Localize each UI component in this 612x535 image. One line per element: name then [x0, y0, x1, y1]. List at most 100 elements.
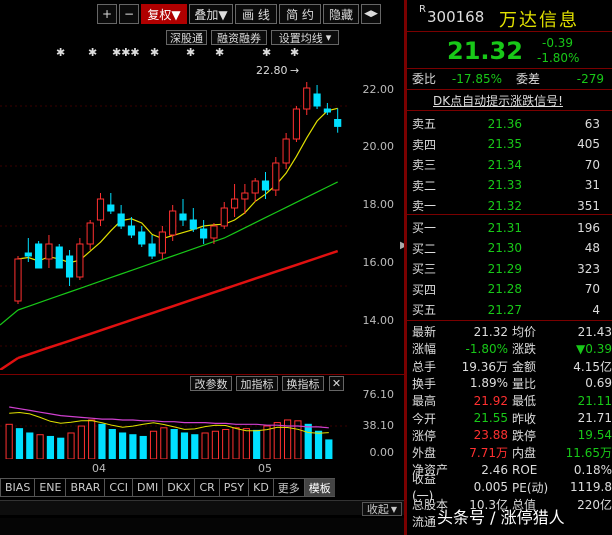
stat-value: 1119.8 [570, 480, 612, 495]
indicator-tab[interactable]: PSY [218, 478, 249, 497]
indicator-tab[interactable]: CR [194, 478, 219, 497]
sell-row[interactable]: 卖四 21.35 405 [412, 136, 607, 153]
candle-down [117, 213, 125, 227]
collapse-button[interactable]: 收起 ▼ [362, 502, 402, 516]
add-indicator-button[interactable]: 加指标 [236, 376, 278, 391]
indicator-tab[interactable]: DKX [162, 478, 195, 497]
sell-volume: 351 [577, 198, 600, 213]
weicha-label: 委差 [516, 72, 541, 86]
buy-label: 买四 [412, 282, 437, 297]
sell-row[interactable]: 卖一 21.32 351 [412, 197, 607, 214]
buy-row[interactable]: 买四 21.28 70 [412, 281, 607, 298]
zoom-in-button[interactable]: + [97, 4, 117, 24]
buy-volume: 323 [577, 261, 600, 276]
candle-up [96, 198, 105, 221]
sell-label: 卖二 [412, 178, 437, 193]
dk-signal-link[interactable]: DK点自动提示涨跌信号! [433, 92, 563, 109]
indicator-tab[interactable]: CCI [104, 478, 132, 497]
stock-code[interactable]: 300168 [427, 8, 484, 26]
buy-price: 21.31 [487, 220, 522, 235]
indicator-tab[interactable]: ENE [34, 478, 66, 497]
stat-value: 11.65万 [565, 446, 612, 461]
sell-price: 21.33 [487, 178, 522, 192]
indicator-tab[interactable]: KD [248, 478, 273, 497]
sell-row[interactable]: 卖二 21.33 31 [412, 177, 607, 194]
stock-name[interactable]: 万达信息 [499, 6, 579, 32]
current-price: 21.32 [447, 37, 523, 65]
change-indicator-button[interactable]: 换指标 [282, 376, 324, 391]
ma-settings-button[interactable]: 设置均线 ▾ [271, 30, 339, 45]
buy-volume: 70 [584, 282, 600, 296]
kline-chart-area[interactable]: + − 复权▼ 叠加▼ 画 线 简 约 隐藏 ◀▶ 深股通 融资融券 设置均线 … [0, 0, 408, 535]
indicator-chart[interactable] [0, 393, 350, 459]
divider [407, 89, 612, 90]
close-icon[interactable]: ✕ [329, 376, 344, 391]
candle-down [35, 243, 43, 269]
sell-price: 21.36 [487, 116, 522, 131]
volume-bar [253, 429, 261, 459]
candle-up [45, 243, 53, 260]
collapse-label: 收起 [366, 503, 389, 516]
stat-value: 21.11 [577, 393, 612, 408]
ma-mid-line [17, 181, 338, 311]
buy-row[interactable]: 买二 21.30 48 [412, 240, 607, 257]
indicator-tab[interactable]: DMI [131, 478, 163, 497]
candlestick-chart[interactable] [0, 58, 350, 370]
candle-down [200, 228, 208, 239]
simple-mode-button[interactable]: 简 约 [279, 4, 321, 24]
stat-value: 23.88 [473, 428, 508, 443]
stat-row: 收益(一) 0.005 PE(动) 1119.8 [412, 472, 612, 503]
candle-down [334, 119, 342, 127]
margin-trading-button[interactable]: 融资融券 [211, 30, 267, 45]
volume-bar [263, 425, 271, 459]
sell-label: 卖五 [412, 117, 437, 131]
volume-bar [98, 423, 106, 459]
buy-row[interactable]: 买一 21.31 196 [412, 219, 607, 236]
zoom-out-button[interactable]: − [119, 4, 139, 24]
stat-value: -1.80% [465, 341, 508, 356]
candle-up [230, 198, 239, 209]
y-tick: 0.00 [369, 446, 395, 459]
stat-label: 量比 [512, 376, 537, 391]
nav-arrows-icon[interactable]: ◀▶ [361, 4, 381, 24]
hide-button[interactable]: 隐藏 [323, 4, 359, 24]
indicator-tab[interactable]: 模板 [303, 478, 335, 497]
stat-label: 最高 [412, 394, 437, 409]
shengutong-button[interactable]: 深股通 [166, 30, 207, 45]
stat-label: 涨幅 [412, 342, 437, 357]
ma-fast-line [17, 107, 338, 264]
stat-row: 涨幅 -1.80% 涨跌 ▼0.39 [412, 340, 612, 357]
fuquan-dropdown[interactable]: 复权▼ [141, 4, 187, 24]
indicator-tab[interactable]: BIAS [0, 478, 35, 497]
price-axis: 22.00 20.00 18.00 16.00 14.00 [352, 58, 400, 370]
sell-label: 卖三 [412, 158, 437, 172]
overlay-dropdown[interactable]: 叠加▼ [189, 4, 233, 24]
buy-row[interactable]: 买五 21.27 4 [412, 301, 607, 318]
sell-volume: 31 [584, 178, 600, 192]
buy-volume: 4 [592, 302, 600, 317]
stat-value: 19.54 [577, 428, 612, 443]
buy-label: 买一 [412, 221, 437, 235]
candle-down [189, 219, 197, 230]
scrollbar[interactable] [0, 500, 404, 515]
volume-bar [222, 429, 230, 459]
draw-line-button[interactable]: 画 线 [235, 4, 277, 24]
sell-price: 21.35 [487, 137, 522, 151]
edit-params-button[interactable]: 改参数 [190, 376, 232, 391]
sell-volume: 405 [577, 137, 600, 151]
candle-up [86, 222, 94, 245]
stat-label: 金额 [512, 359, 537, 374]
indicator-tab[interactable]: 更多 [272, 478, 304, 497]
stat-label: 最新 [412, 325, 437, 339]
volume-bar [170, 429, 178, 459]
buy-row[interactable]: 买三 21.29 323 [412, 260, 607, 277]
volume-bar [149, 430, 158, 459]
stat-value: 19.36万 [461, 359, 508, 374]
sell-row[interactable]: 卖三 21.34 70 [412, 156, 607, 173]
chevron-down-icon: ▾ [325, 31, 332, 44]
buy-price: 21.30 [487, 241, 522, 255]
sell-row[interactable]: 卖五 21.36 63 [412, 115, 607, 132]
high-price-label: 22.80 [256, 64, 288, 77]
sell-label: 卖一 [412, 199, 437, 213]
indicator-tab[interactable]: BRAR [65, 478, 105, 497]
